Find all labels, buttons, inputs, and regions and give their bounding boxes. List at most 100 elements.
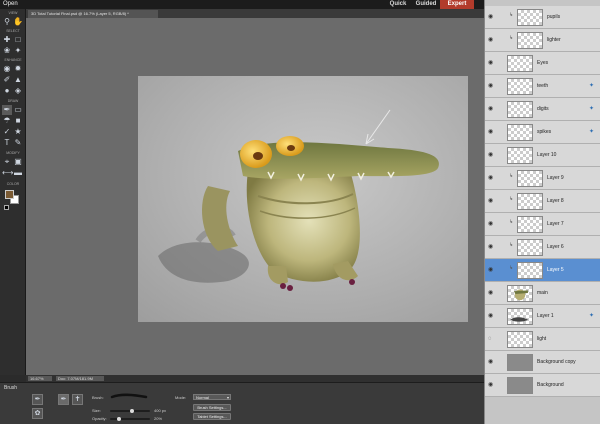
content-aware-move-tool-icon[interactable]: ⟷ xyxy=(2,168,13,178)
opacity-slider[interactable] xyxy=(110,417,150,421)
layer-thumbnail[interactable] xyxy=(517,32,543,49)
gradient-tool-icon[interactable]: ■ xyxy=(13,116,23,126)
blur-tool-icon[interactable]: ● xyxy=(2,86,12,96)
eye-icon[interactable]: ◉ xyxy=(488,14,495,21)
layer-row[interactable]: ◉ ↳ lighter xyxy=(485,29,600,52)
opacity-value[interactable]: 20% xyxy=(154,416,162,421)
eyedropper-tool-icon[interactable]: ✓ xyxy=(2,127,12,137)
layer-row[interactable]: ◉ ↳ Layer 5 xyxy=(485,259,600,282)
foreground-color-swatch[interactable] xyxy=(5,190,14,199)
document-tab[interactable]: 3D Total Tutorial Final.psd @ 16.7% (Lay… xyxy=(28,10,158,18)
brush-preview[interactable] xyxy=(110,393,148,400)
layer-thumbnail[interactable] xyxy=(507,147,533,164)
tab-guided[interactable]: Guided xyxy=(412,0,440,9)
eye-icon[interactable]: ◉ xyxy=(488,267,495,274)
layer-thumbnail[interactable] xyxy=(507,285,533,302)
move-tool-icon[interactable]: ✚ xyxy=(2,35,12,45)
brush-tool-option-icon[interactable]: ✒ xyxy=(32,394,43,405)
eraser-tool-icon[interactable]: ▭ xyxy=(13,105,23,115)
eye-icon[interactable]: ◉ xyxy=(488,37,495,44)
smart-brush-tool-icon[interactable]: ✐ xyxy=(2,75,12,85)
layer-row[interactable]: ◉ ↳ Layer 9 xyxy=(485,167,600,190)
eye-icon[interactable]: ◉ xyxy=(488,60,495,67)
layer-style-icon[interactable]: ✦ xyxy=(589,82,597,90)
layer-thumbnail[interactable] xyxy=(507,354,533,371)
layer-name[interactable]: main xyxy=(537,290,548,296)
layer-name[interactable]: Layer 10 xyxy=(537,152,556,158)
layer-row[interactable]: ◉ ↳ Layer 6 xyxy=(485,236,600,259)
eye-icon[interactable]: ◉ xyxy=(488,244,495,251)
layer-row[interactable]: ◉ ↳ pupils xyxy=(485,6,600,29)
layer-thumbnail[interactable] xyxy=(517,9,543,26)
layer-thumbnail[interactable] xyxy=(507,331,533,348)
layer-thumbnail[interactable] xyxy=(507,308,533,325)
spot-healing-tool-icon[interactable]: ✹ xyxy=(13,64,23,74)
layer-thumbnail[interactable] xyxy=(517,193,543,210)
tablet-settings-button[interactable]: Tablet Settings... xyxy=(193,413,231,420)
straighten-tool-icon[interactable]: ▬ xyxy=(13,168,23,178)
tab-expert[interactable]: Expert xyxy=(440,0,474,9)
layer-name[interactable]: Layer 6 xyxy=(547,244,564,250)
layer-row[interactable]: ◉ teeth ✦ xyxy=(485,75,600,98)
layer-thumbnail[interactable] xyxy=(517,262,543,279)
eye-hidden-icon[interactable]: ◌ xyxy=(488,336,495,343)
eye-icon[interactable]: ◉ xyxy=(488,106,495,113)
eye-icon[interactable]: ◉ xyxy=(488,290,495,297)
eye-icon[interactable]: ◉ xyxy=(488,198,495,205)
layer-name[interactable]: digits xyxy=(537,106,549,112)
layer-name[interactable]: Layer 7 xyxy=(547,221,564,227)
layer-name[interactable]: Layer 5 xyxy=(547,267,564,273)
tab-quick[interactable]: Quick xyxy=(384,0,412,9)
layer-row[interactable]: ◌ light xyxy=(485,328,600,351)
layer-name[interactable]: Background copy xyxy=(537,359,576,365)
layer-thumbnail[interactable] xyxy=(507,55,533,72)
layer-row[interactable]: ◉ main xyxy=(485,282,600,305)
artwork-canvas[interactable] xyxy=(138,76,468,322)
eye-tool-icon[interactable]: ◉ xyxy=(2,64,12,74)
layer-thumbnail[interactable] xyxy=(507,78,533,95)
recompose-tool-icon[interactable]: ▣ xyxy=(13,157,23,167)
layer-row[interactable]: ◉ Eyes xyxy=(485,52,600,75)
layer-style-icon[interactable]: ✦ xyxy=(589,312,597,320)
layer-name[interactable]: Eyes xyxy=(537,60,548,66)
paint-bucket-tool-icon[interactable]: ☂ xyxy=(2,116,12,126)
layer-thumbnail[interactable] xyxy=(507,101,533,118)
eye-icon[interactable]: ◉ xyxy=(488,152,495,159)
zoom-tool-icon[interactable]: ⚲ xyxy=(2,17,12,27)
hand-tool-icon[interactable]: ✋ xyxy=(13,17,23,27)
eye-icon[interactable]: ◉ xyxy=(488,129,495,136)
eye-icon[interactable]: ◉ xyxy=(488,313,495,320)
layer-row[interactable]: ◉ Layer 10 xyxy=(485,144,600,167)
brush-tool-icon[interactable]: ✒ xyxy=(2,105,12,115)
marquee-tool-icon[interactable]: □ xyxy=(13,35,23,45)
layer-name[interactable]: Layer 9 xyxy=(547,175,564,181)
layer-name[interactable]: Layer 1 xyxy=(537,313,554,319)
layer-row[interactable]: ◉ ↳ Layer 7 xyxy=(485,213,600,236)
layer-name[interactable]: light xyxy=(537,336,546,342)
layer-row[interactable]: ◉ digits ✦ xyxy=(485,98,600,121)
layer-thumbnail[interactable] xyxy=(507,377,533,394)
airbrush-mode-icon[interactable]: ✝ xyxy=(72,394,83,405)
layer-thumbnail[interactable] xyxy=(507,124,533,141)
custom-shape-tool-icon[interactable]: ★ xyxy=(13,127,23,137)
brush-settings-button[interactable]: Brush Settings... xyxy=(193,404,231,411)
layer-row[interactable]: ◉ Layer 1 ✦ xyxy=(485,305,600,328)
pencil-tool-icon[interactable]: ✎ xyxy=(13,138,23,148)
default-colors-icon[interactable] xyxy=(4,205,9,210)
layer-name[interactable]: spikes xyxy=(537,129,551,135)
layer-row[interactable]: ◉ spikes ✦ xyxy=(485,121,600,144)
layer-name[interactable]: Background xyxy=(537,382,564,388)
document-info[interactable]: Doc: 7.07M/181.9M xyxy=(56,376,104,381)
brush-mode-icon[interactable]: ✒ xyxy=(58,394,69,405)
magic-wand-tool-icon[interactable]: ✦ xyxy=(13,46,23,56)
impressionist-brush-icon[interactable]: ✿ xyxy=(32,408,43,419)
eye-icon[interactable]: ◉ xyxy=(488,175,495,182)
lasso-tool-icon[interactable]: ❀ xyxy=(2,46,12,56)
layer-row[interactable]: ◉ Background copy xyxy=(485,351,600,374)
type-tool-icon[interactable]: T xyxy=(2,138,12,148)
layer-thumbnail[interactable] xyxy=(517,216,543,233)
eye-icon[interactable]: ◉ xyxy=(488,83,495,90)
layer-style-icon[interactable]: ✦ xyxy=(589,128,597,136)
crop-tool-icon[interactable]: ⌖ xyxy=(2,157,12,167)
zoom-field[interactable]: 16.67% xyxy=(28,376,52,381)
